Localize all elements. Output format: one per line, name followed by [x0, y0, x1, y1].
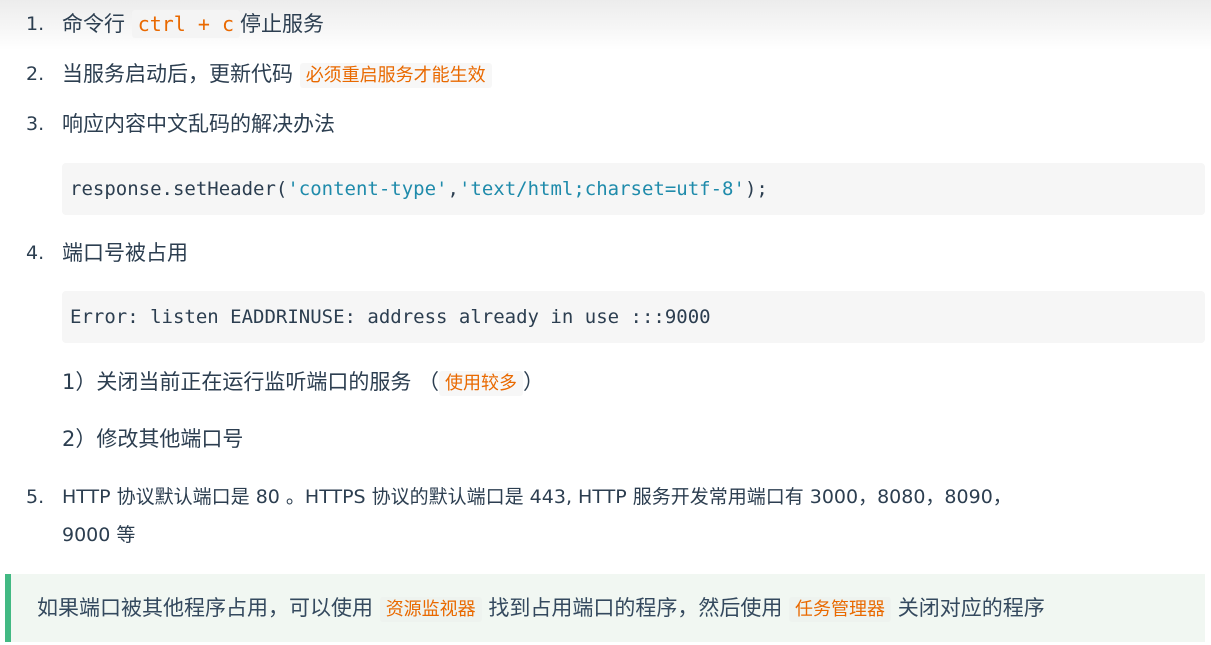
tip-text: 找到占用端口的程序，然后使用 — [481, 596, 790, 620]
tip-text: 如果端口被其他程序占用，可以使用 — [37, 596, 380, 620]
item-text: 响应内容中文乱码的解决办法 — [62, 112, 335, 136]
sub-text: 1）关闭当前正在运行监听端口的服务 （ — [62, 370, 440, 394]
item-text: 9000 等 — [62, 524, 136, 546]
code-string: 'text/html;charset=utf-8' — [458, 178, 745, 200]
inline-code: ctrl + c — [131, 10, 241, 38]
highlight-text: 资源监视器 — [379, 597, 482, 622]
list-number: 2. — [26, 63, 45, 85]
tip-text: 关闭对应的程序 — [891, 596, 1045, 620]
item-text: 停止服务 — [240, 12, 325, 36]
highlight-text: 使用较多 — [439, 371, 524, 396]
sub-text: 2）修改其他端口号 — [62, 427, 244, 451]
code-block-set-header: response.setHeader('content-type','text/… — [62, 163, 1205, 215]
code-string: 'content-type' — [287, 178, 448, 200]
list-number: 4. — [26, 242, 45, 264]
list-number: 3. — [26, 113, 45, 135]
item-text: 端口号被占用 — [62, 241, 188, 265]
list-number: 1. — [26, 13, 45, 35]
highlight-text: 必须重启服务才能生效 — [299, 63, 492, 88]
sub-text: ） — [523, 370, 545, 394]
list-number: 5. — [26, 486, 45, 508]
item-text: 当服务启动后，更新代码 — [62, 62, 300, 86]
code-block-error: Error: listen EADDRINUSE: address alread… — [62, 291, 1205, 343]
highlight-text: 任务管理器 — [789, 597, 892, 622]
item-text: 命令行 — [62, 12, 132, 36]
item-text: HTTP 协议默认端口是 80 。HTTPS 协议的默认端口是 443, HTT… — [62, 486, 1012, 508]
tip-box: 如果端口被其他程序占用，可以使用 资源监视器 找到占用端口的程序，然后使用 任务… — [5, 574, 1205, 642]
